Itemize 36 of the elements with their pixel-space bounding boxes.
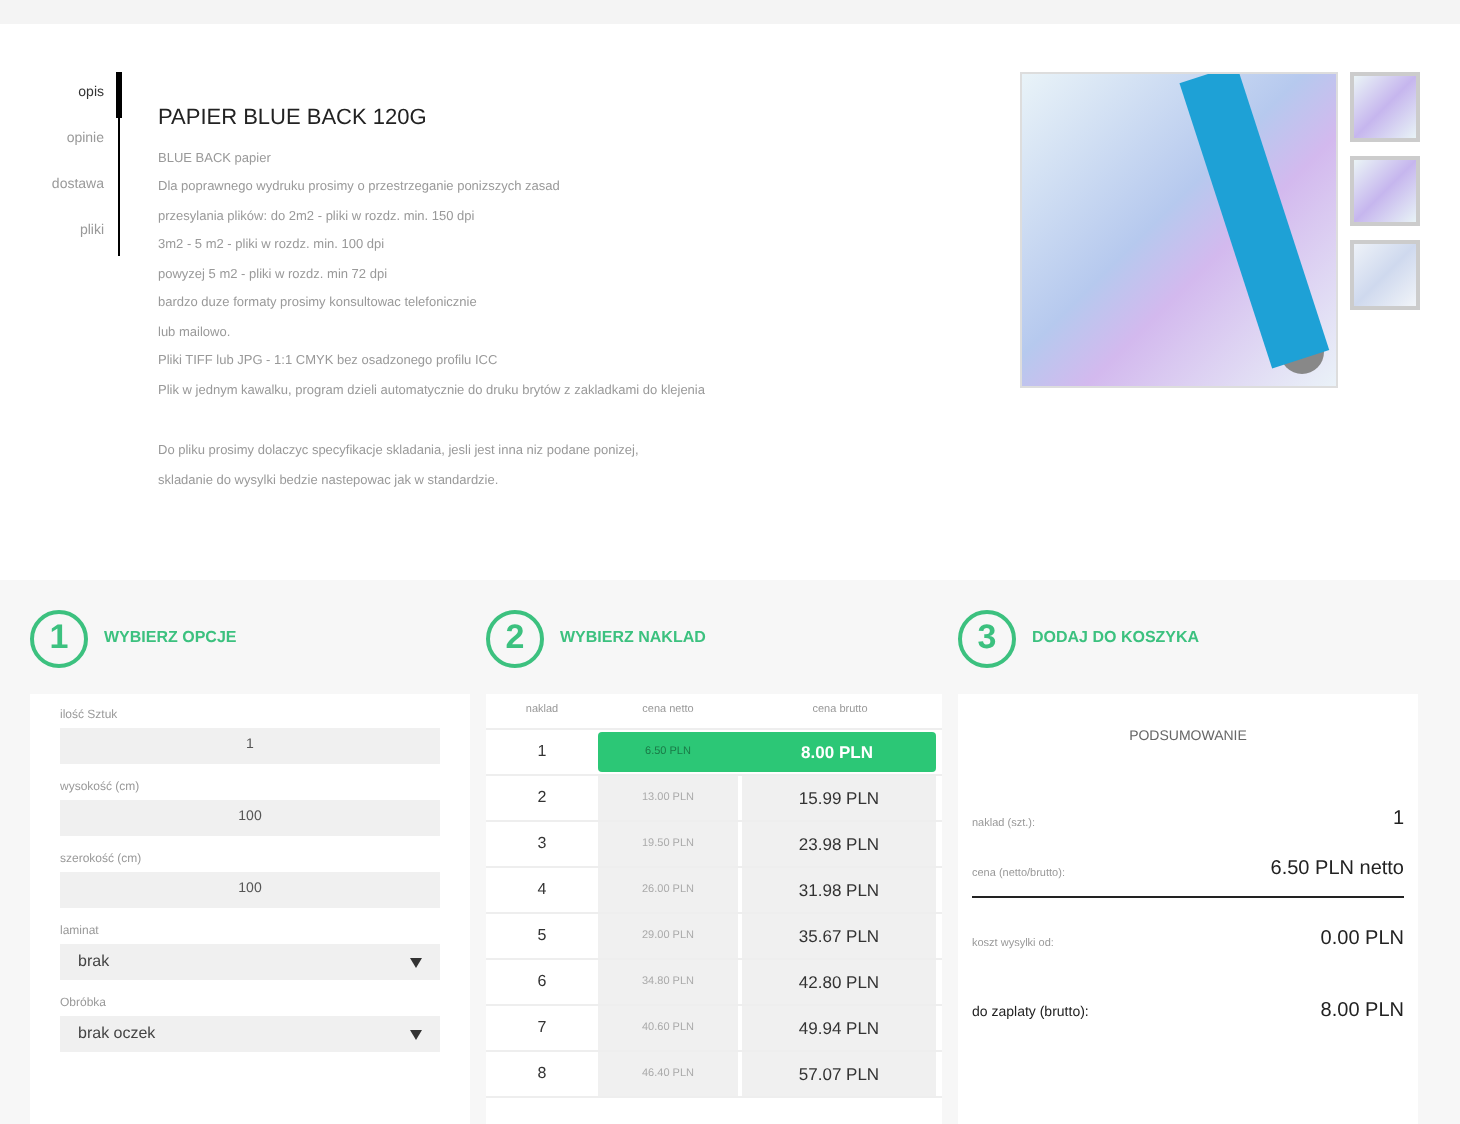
dropdown[interactable]: brak oczek — [60, 1016, 440, 1052]
table-cell-text: 5 — [535, 924, 549, 948]
table-cell-text: 3 — [535, 832, 549, 856]
price-gross: 31.98 PLN — [742, 868, 936, 912]
summary-value: 1 — [1392, 805, 1404, 833]
price-gross: 23.98 PLN — [742, 822, 936, 866]
thumbnail-photo[interactable] — [1350, 156, 1420, 226]
table-cell-text: 8 — [535, 1062, 549, 1086]
step-title: DODAJ DO KOSZYKA — [1032, 626, 1200, 650]
caret-icon — [410, 957, 422, 967]
dropdown-value: brak — [78, 950, 110, 974]
table-cell-text: 6 — [535, 970, 549, 994]
thumbnail-photo[interactable] — [1350, 72, 1420, 142]
dropdown[interactable]: brak — [60, 944, 440, 980]
price-gross: 49.94 PLN — [742, 1006, 936, 1050]
step-number: 2 — [486, 609, 544, 667]
dropdown-value: brak oczek — [78, 1022, 156, 1046]
thumbnail-photo[interactable] — [1350, 240, 1420, 310]
price-gross: 8.00 PLN — [799, 739, 875, 765]
price-gross: 57.07 PLN — [742, 1052, 936, 1096]
step-title: WYBIERZ OPCJE — [104, 626, 237, 650]
price-gross: 42.80 PLN — [742, 960, 936, 1004]
price-gross: 15.99 PLN — [742, 776, 936, 820]
product-title: PAPIER BLUE BACK 120G — [158, 104, 429, 134]
step-number: 1 — [30, 609, 88, 667]
price-gross: 35.67 PLN — [742, 914, 936, 958]
caret-icon — [410, 1029, 422, 1039]
table-cell-text: 1 — [535, 740, 549, 764]
table-cell-text: 7 — [535, 1016, 549, 1040]
step-number: 3 — [958, 609, 1016, 667]
summary-value: 6.50 PLN netto — [1270, 855, 1404, 883]
step-title: WYBIERZ NAKLAD — [560, 626, 706, 650]
table-cell-text: 4 — [535, 878, 549, 902]
table-cell-text: 2 — [535, 786, 549, 810]
summary-value: 8.00 PLN — [1320, 997, 1404, 1025]
summary-value: 0.00 PLN — [1320, 925, 1404, 953]
